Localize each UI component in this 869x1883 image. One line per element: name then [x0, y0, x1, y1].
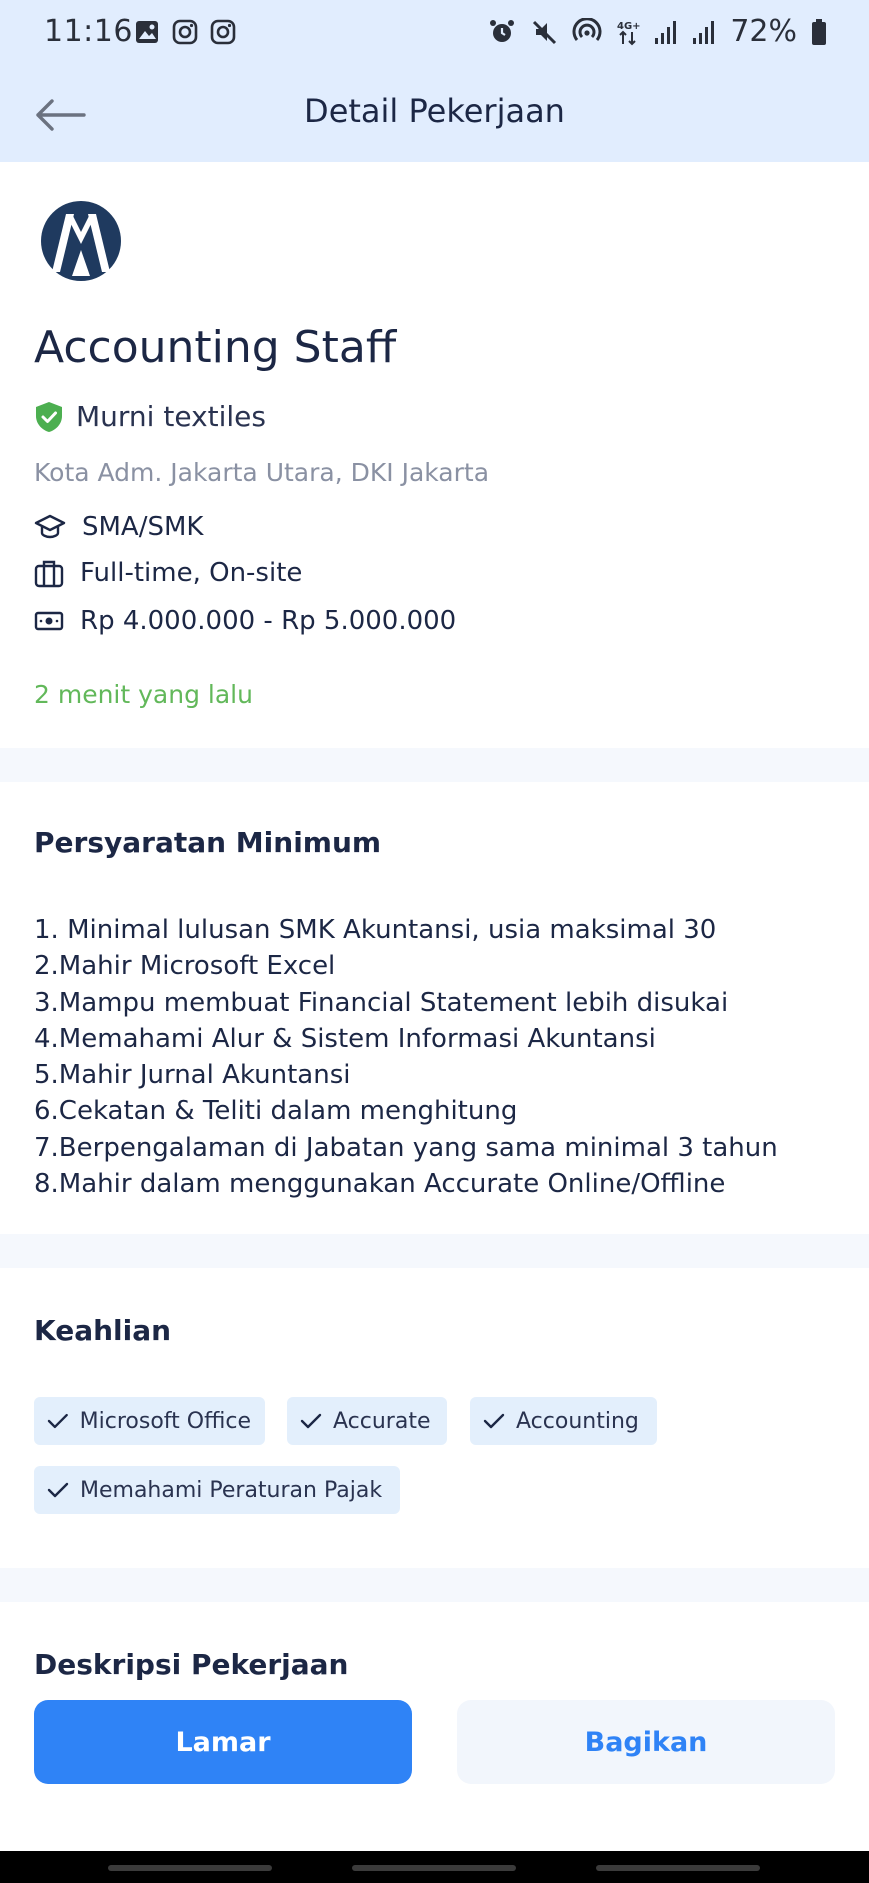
money-icon: [34, 611, 64, 631]
requirement-item: 1. Minimal lulusan SMK Akuntansi, usia m…: [34, 915, 717, 945]
status-time: 11:16: [44, 14, 133, 49]
check-icon: [47, 1482, 69, 1498]
share-button[interactable]: Bagikan: [457, 1700, 835, 1784]
mute-icon: [533, 20, 557, 44]
requirement-item: 6.Cekatan & Teliti dalam menghitung: [34, 1096, 518, 1127]
graduation-cap-icon: [34, 514, 66, 539]
battery-percent: 72%: [730, 14, 797, 49]
section-divider: [0, 1568, 869, 1602]
nav-back-handle[interactable]: [596, 1865, 760, 1871]
education-row: SMA/SMK: [34, 512, 203, 542]
company-name: Murni textiles: [76, 400, 266, 433]
skill-chip: Accounting: [470, 1397, 657, 1445]
svg-text:4G+: 4G+: [617, 21, 640, 32]
status-bar: 11:16 4G+ 72%: [0, 0, 869, 68]
salary-text: Rp 4.000.000 - Rp 5.000.000: [80, 606, 457, 636]
check-icon: [483, 1413, 505, 1429]
instagram-icon: [210, 19, 236, 45]
instagram-icon: [172, 19, 198, 45]
4g-icon: 4G+: [617, 21, 640, 45]
requirements-title: Persyaratan Minimum: [34, 826, 382, 859]
briefcase-icon: [34, 560, 64, 588]
section-divider: [0, 748, 869, 782]
battery-icon: [812, 18, 826, 45]
page-title: Detail Pekerjaan: [304, 92, 565, 130]
employment-type-text: Full-time, On-site: [80, 558, 303, 588]
alarm-icon: [490, 19, 515, 42]
description-title: Deskripsi Pekerjaan: [34, 1648, 349, 1681]
requirement-item: 5.Mahir Jurnal Akuntansi: [34, 1060, 351, 1091]
job-location: Kota Adm. Jakarta Utara, DKI Jakarta: [34, 458, 490, 487]
hotspot-icon: [572, 17, 602, 41]
skill-chip: Microsoft Office: [34, 1397, 265, 1445]
system-nav-bar: [0, 1851, 869, 1883]
system-icons: 4G+ 72%: [488, 14, 827, 49]
image-icon: [136, 21, 158, 43]
company-logo: [38, 198, 124, 284]
check-icon: [300, 1413, 322, 1429]
check-icon: [47, 1413, 68, 1429]
education-text: SMA/SMK: [82, 512, 204, 542]
signal-icon: [655, 20, 677, 44]
section-divider: [0, 1234, 869, 1268]
skill-label: Accurate: [333, 1408, 431, 1434]
notification-icons: [134, 19, 236, 45]
posted-time: 2 menit yang lalu: [34, 680, 253, 709]
skill-label: Microsoft Office: [79, 1408, 251, 1434]
requirement-item: 2.Mahir Microsoft Excel: [34, 951, 336, 982]
skill-chip: Accurate: [287, 1397, 447, 1445]
skills-title: Keahlian: [34, 1314, 172, 1347]
skill-label: Memahami Peraturan Pajak: [80, 1477, 383, 1503]
skill-label: Accounting: [516, 1408, 639, 1434]
job-title: Accounting Staff: [34, 322, 397, 373]
requirement-item: 7.Berpengalaman di Jabatan yang sama min…: [34, 1132, 778, 1163]
company-row[interactable]: Murni textiles: [34, 400, 266, 433]
requirement-item: 4.Memahami Alur & Sistem Informasi Akunt…: [34, 1023, 656, 1054]
skill-chip: Memahami Peraturan Pajak: [34, 1466, 400, 1514]
verified-shield-icon: [36, 401, 62, 432]
nav-home-handle[interactable]: [352, 1865, 516, 1871]
app-bar: Detail Pekerjaan: [0, 68, 869, 162]
employment-type-row: Full-time, On-site: [34, 558, 302, 588]
nav-recents-handle[interactable]: [108, 1865, 272, 1871]
signal-icon: [693, 20, 715, 44]
requirement-item: 8.Mahir dalam menggunakan Accurate Onlin…: [34, 1169, 726, 1200]
salary-row: Rp 4.000.000 - Rp 5.000.000: [34, 606, 456, 636]
requirements-list: 1. Minimal lulusan SMK Akuntansi, usia m…: [34, 912, 778, 1202]
apply-button[interactable]: Lamar: [34, 1700, 412, 1784]
requirement-item: 3.Mampu membuat Financial Statement lebi…: [34, 987, 729, 1018]
